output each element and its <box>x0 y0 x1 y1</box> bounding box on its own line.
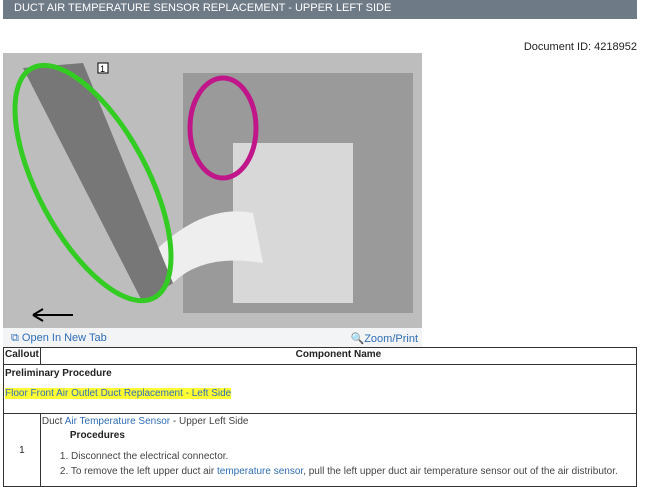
component-illustration: 1 <box>3 53 422 328</box>
procedures-heading: Procedures <box>69 430 125 441</box>
engine-diagram: 1 <box>3 53 422 328</box>
step-2-text-b: , pull the left upper duct air temperatu… <box>303 466 618 477</box>
callout-header: Callout <box>3 347 41 365</box>
temperature-sensor-link[interactable]: temperature sensor <box>217 466 303 477</box>
document-id: Document ID: 4218952 <box>523 41 637 53</box>
step-2-text-a: 2. To remove the left upper duct air <box>59 466 218 477</box>
page-title: DUCT AIR TEMPERATURE SENSOR REPLACEMENT … <box>3 0 637 19</box>
component-suffix: - Upper Left Side <box>170 416 249 427</box>
components-table: Callout Component Name Preliminary Proced… <box>3 347 638 487</box>
component-name: Duct Air Temperature Sensor - Upper Left… <box>42 416 635 427</box>
component-prefix: Duct <box>41 416 65 427</box>
open-new-tab-link[interactable]: ⧉ Open In New Tab <box>11 332 107 345</box>
zoom-print-label: Zoom/Print <box>364 333 418 345</box>
step-1: 1. Disconnect the electrical connector. <box>59 451 229 462</box>
open-tab-label: Open In New Tab <box>21 332 107 344</box>
open-tab-icon: ⧉ <box>11 332 19 344</box>
figure-toolbar: ⧉ Open In New Tab 🔍Zoom/Print <box>3 328 422 348</box>
callout-number: 1 <box>3 413 41 487</box>
preliminary-procedure-link[interactable]: Floor Front Air Outlet Duct Replacement … <box>5 388 232 399</box>
zoom-print-link[interactable]: 🔍Zoom/Print <box>351 332 419 345</box>
procedure-steps: 1. Disconnect the electrical connector. … <box>60 451 635 477</box>
callout-1-label: 1 <box>100 64 105 74</box>
preliminary-label: Preliminary Procedure <box>5 368 112 379</box>
air-temperature-sensor-link[interactable]: Air Temperature Sensor <box>65 416 170 427</box>
step-2: 2. To remove the left upper duct air tem… <box>60 466 635 477</box>
zoom-icon: 🔍 <box>350 333 365 345</box>
component-name-header: Component Name <box>39 347 638 365</box>
